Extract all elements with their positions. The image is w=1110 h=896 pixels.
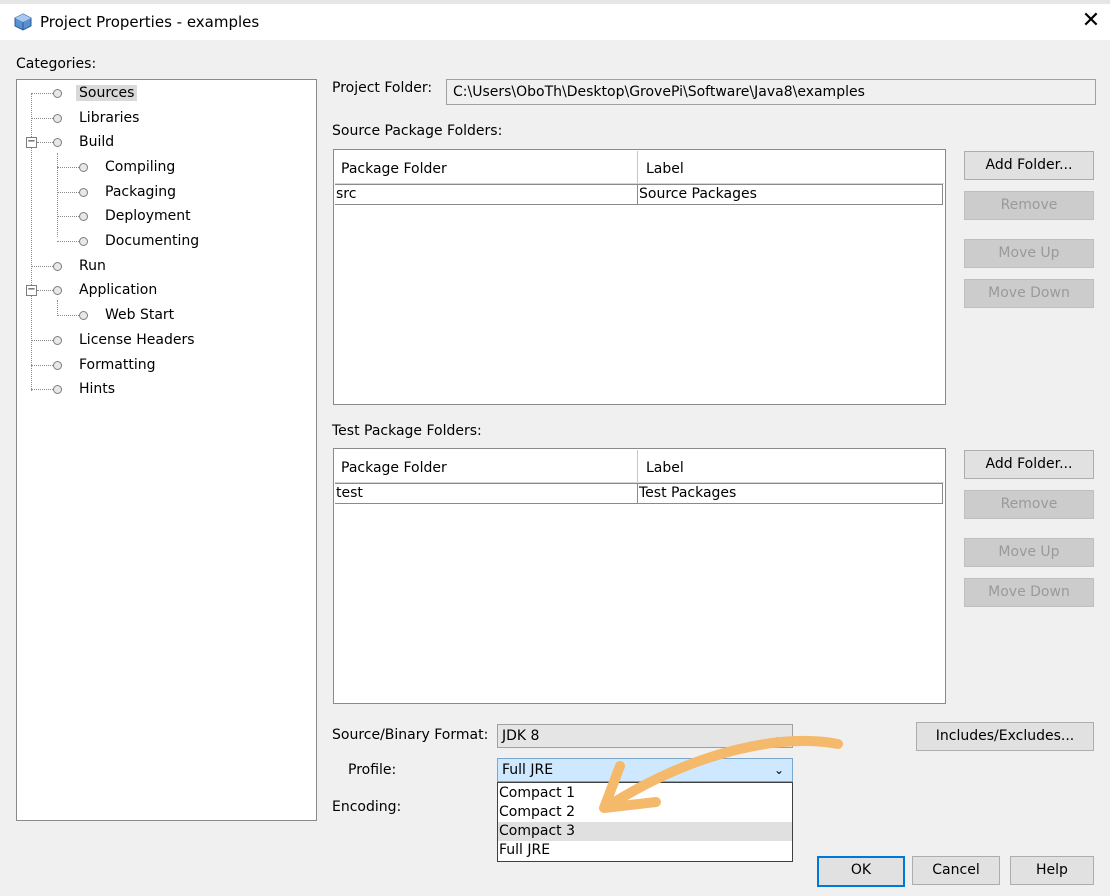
tree-line [31, 389, 53, 390]
tree-item-license-headers[interactable]: License Headers [53, 329, 198, 351]
tree-line [31, 340, 53, 341]
node-dot-icon [53, 113, 62, 123]
source-binary-format-value: JDK 8 [502, 728, 540, 744]
test-add-folder-button[interactable]: Add Folder... [964, 450, 1094, 479]
close-icon[interactable]: ✕ [1078, 8, 1104, 34]
column-separator [637, 484, 638, 503]
tree-line [57, 216, 79, 217]
tree-item-application[interactable]: Application [53, 279, 160, 301]
tree-item-deployment[interactable]: Deployment [79, 205, 194, 227]
profile-option-full-jre[interactable]: Full JRE [498, 841, 792, 860]
project-folder-label: Project Folder: [332, 80, 433, 96]
tree-item-formatting[interactable]: Formatting [53, 354, 158, 376]
table-header: Package Folder Label [335, 450, 944, 483]
tree-line [31, 93, 53, 94]
table-cell-label: Source Packages [639, 186, 757, 202]
tree-line [57, 153, 58, 237]
node-dot-icon [53, 285, 62, 295]
tree-line [37, 290, 53, 291]
tree-line [57, 315, 79, 316]
column-header-label[interactable]: Label [640, 151, 684, 183]
table-row[interactable]: test Test Packages [335, 483, 943, 504]
window-title: Project Properties - examples [40, 13, 260, 31]
test-move-up-button[interactable]: Move Up [964, 538, 1094, 567]
node-dot-icon [53, 261, 62, 271]
table-cell-label: Test Packages [639, 485, 737, 501]
source-package-folders-label: Source Package Folders: [332, 123, 503, 139]
tree-item-run[interactable]: Run [53, 255, 109, 277]
help-button[interactable]: Help [1010, 856, 1094, 885]
table-header: Package Folder Label [335, 151, 944, 184]
tree-item-hints[interactable]: Hints [53, 378, 118, 400]
tree-line [31, 266, 53, 267]
column-header-label[interactable]: Label [640, 450, 684, 482]
annotation-arrow-icon [599, 736, 843, 813]
tree-line [57, 167, 79, 168]
source-packages-table[interactable]: Package Folder Label src Source Packages [333, 149, 946, 405]
table-cell-package-folder: test [336, 485, 363, 501]
project-cube-icon [14, 13, 32, 31]
column-separator [637, 450, 638, 482]
ok-button[interactable]: OK [817, 856, 905, 887]
profile-value: Full JRE [502, 762, 554, 778]
node-dot-icon [53, 360, 62, 370]
tree-line [31, 118, 53, 119]
includes-excludes-button[interactable]: Includes/Excludes... [916, 722, 1094, 751]
table-row[interactable]: src Source Packages [335, 184, 943, 205]
column-separator [637, 185, 638, 204]
test-move-down-button[interactable]: Move Down [964, 578, 1094, 607]
source-add-folder-button[interactable]: Add Folder... [964, 151, 1094, 180]
node-dot-icon [79, 236, 88, 246]
tree-item-sources[interactable]: Sources [53, 82, 138, 104]
collapse-application-icon[interactable]: − [26, 285, 37, 296]
column-header-package-folder[interactable]: Package Folder [335, 450, 447, 482]
source-move-up-button[interactable]: Move Up [964, 239, 1094, 268]
collapse-build-icon[interactable]: − [26, 137, 37, 148]
tree-item-build[interactable]: Build [53, 131, 117, 153]
column-header-package-folder[interactable]: Package Folder [335, 151, 447, 183]
node-dot-icon [53, 335, 62, 345]
tree-line [57, 300, 58, 316]
cancel-button[interactable]: Cancel [912, 856, 1000, 885]
source-remove-button[interactable]: Remove [964, 191, 1094, 220]
tree-line [31, 365, 53, 366]
node-dot-icon [79, 187, 88, 197]
categories-label: Categories: [16, 56, 97, 72]
node-dot-icon [79, 162, 88, 172]
test-remove-button[interactable]: Remove [964, 490, 1094, 519]
column-separator [637, 151, 638, 183]
tree-item-packaging[interactable]: Packaging [79, 181, 179, 203]
profile-option-compact-3[interactable]: Compact 3 [498, 822, 792, 841]
node-dot-icon [79, 310, 88, 320]
tree-line [57, 192, 79, 193]
table-cell-package-folder: src [336, 186, 357, 202]
categories-tree[interactable]: − − Sources Libraries Build Compiling Pa… [16, 79, 317, 821]
source-binary-format-label: Source/Binary Format: [332, 727, 489, 743]
node-dot-icon [53, 384, 62, 394]
node-dot-icon [53, 88, 62, 98]
encoding-label: Encoding: [332, 799, 402, 815]
node-dot-icon [79, 211, 88, 221]
project-folder-field[interactable]: C:\Users\OboTh\Desktop\GrovePi\Software\… [446, 79, 1096, 105]
tree-item-libraries[interactable]: Libraries [53, 107, 142, 129]
test-packages-table[interactable]: Package Folder Label test Test Packages [333, 448, 946, 704]
tree-item-web-start[interactable]: Web Start [79, 304, 177, 326]
test-package-folders-label: Test Package Folders: [332, 423, 482, 439]
tree-line [57, 241, 79, 242]
tree-item-compiling[interactable]: Compiling [79, 156, 178, 178]
tree-item-documenting[interactable]: Documenting [79, 230, 202, 252]
tree-line [37, 142, 53, 143]
node-dot-icon [53, 137, 62, 147]
source-move-down-button[interactable]: Move Down [964, 279, 1094, 308]
profile-label: Profile: [348, 762, 397, 778]
